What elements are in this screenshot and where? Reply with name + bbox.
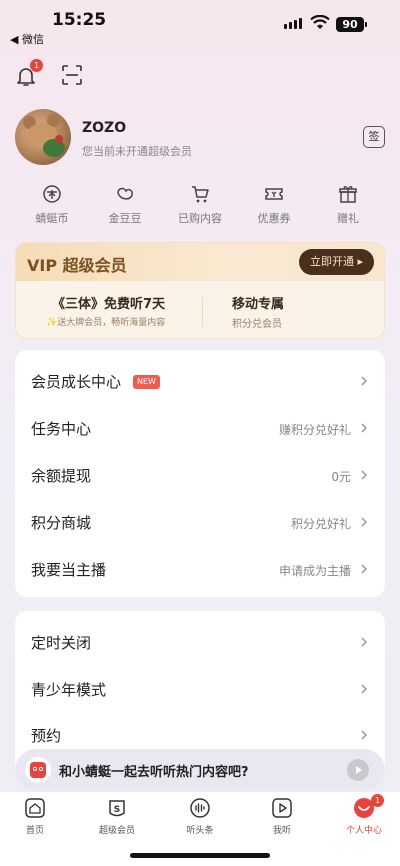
play-list-icon bbox=[272, 798, 292, 818]
tab-home[interactable]: 首页 bbox=[0, 797, 70, 836]
check-in-button[interactable]: 签 bbox=[363, 126, 385, 148]
quick-entries: 蜻蜓币 金豆豆 已购内容 优惠券 赠礼 bbox=[0, 184, 400, 229]
menu-item-value: 0元 bbox=[331, 470, 351, 484]
vip-icon: S bbox=[109, 800, 125, 817]
tab-vip[interactable]: S 超级会员 bbox=[82, 797, 152, 836]
chevron-right-icon bbox=[361, 730, 368, 740]
tab-label: 首页 bbox=[25, 826, 44, 836]
divider bbox=[202, 297, 203, 327]
quick-entry-beans[interactable]: 金豆豆 bbox=[90, 184, 160, 226]
menu-item-value: 积分兑好礼 bbox=[290, 517, 351, 531]
mobile-exclusive-subtitle: 积分兑会员 bbox=[232, 319, 282, 330]
menu-item-timer-off[interactable]: 定时关闭 bbox=[15, 619, 385, 666]
menu-item-label: 会员成长中心 bbox=[31, 373, 122, 391]
play-icon[interactable] bbox=[347, 759, 369, 781]
vip-promo-subtitle: ✨送大牌会员，畅听海量内容 bbox=[46, 318, 166, 328]
coupon-icon bbox=[265, 188, 283, 200]
dragonfly-coin-icon bbox=[43, 185, 61, 203]
menu-item-label: 定时关闭 bbox=[31, 634, 92, 652]
menu-group-account: 会员成长中心 NEW 任务中心 赚积分兑好礼 余额提现 0元 积分商城 积分兑好… bbox=[15, 350, 385, 597]
status-time: 15:25 bbox=[52, 10, 107, 30]
tab-badge: 1 bbox=[371, 794, 384, 807]
quick-entry-purchased[interactable]: 已购内容 bbox=[165, 184, 235, 226]
tab-label: 我听 bbox=[272, 826, 291, 836]
tab-label: 超级会员 bbox=[98, 826, 135, 836]
menu-item-balance-withdraw[interactable]: 余额提现 0元 bbox=[15, 452, 385, 499]
scan-icon[interactable] bbox=[61, 64, 83, 86]
mobile-exclusive-title[interactable]: 移动专属 bbox=[232, 293, 284, 312]
menu-item-task-center[interactable]: 任务中心 赚积分兑好礼 bbox=[15, 405, 385, 452]
menu-item-value: 赚积分兑好礼 bbox=[278, 423, 351, 437]
svg-text:S: S bbox=[114, 805, 120, 815]
chevron-right-icon bbox=[361, 423, 368, 433]
menu-item-label: 任务中心 bbox=[31, 420, 92, 438]
menu-item-value: 申请成为主播 bbox=[278, 564, 351, 578]
home-indicator bbox=[130, 853, 270, 858]
cellular-signal-icon bbox=[284, 18, 302, 29]
gift-icon bbox=[339, 186, 357, 203]
chevron-right-icon bbox=[361, 470, 368, 480]
wifi-icon bbox=[310, 15, 330, 29]
quick-entry-label: 金豆豆 bbox=[108, 212, 142, 225]
menu-item-label: 我要当主播 bbox=[31, 561, 107, 579]
back-to-wechat-link[interactable]: ◀ 微信 bbox=[10, 31, 44, 47]
quick-entry-label: 蜻蜓币 bbox=[35, 212, 69, 225]
recommend-prompt-bar[interactable]: 和小蜻蜓一起去听听热门内容吧? bbox=[15, 749, 385, 791]
vip-title: VIP 超级会员 bbox=[27, 256, 127, 275]
prompt-text: 和小蜻蜓一起去听听热门内容吧? bbox=[59, 765, 249, 780]
tab-profile[interactable]: 1 个人中心 bbox=[329, 794, 399, 836]
vip-open-button[interactable]: 立即开通 ▸ bbox=[299, 249, 374, 275]
quick-entry-coins[interactable]: 蜻蜓币 bbox=[17, 184, 87, 226]
chevron-right-icon bbox=[361, 564, 368, 574]
quick-entry-label: 已购内容 bbox=[178, 212, 222, 225]
battery-icon: 90 bbox=[336, 17, 364, 32]
menu-item-label: 青少年模式 bbox=[31, 681, 107, 699]
tab-label: 听头条 bbox=[186, 826, 214, 836]
quick-entry-label: 赠礼 bbox=[337, 212, 359, 225]
quick-entry-coupons[interactable]: 优惠券 bbox=[239, 184, 309, 226]
new-badge: NEW bbox=[133, 375, 160, 389]
membership-status: 您当前未开通超级会员 bbox=[82, 145, 192, 158]
vip-card[interactable]: VIP 超级会员 立即开通 ▸ 《三体》免费听7天 ✨送大牌会员，畅听海量内容 … bbox=[15, 242, 385, 339]
status-bar: 15:25 ◀ 微信 90 bbox=[0, 0, 400, 50]
chevron-right-icon bbox=[361, 637, 368, 647]
notification-badge: 1 bbox=[30, 59, 43, 72]
bean-icon bbox=[117, 187, 133, 200]
menu-item-youth-mode[interactable]: 青少年模式 bbox=[15, 666, 385, 713]
cart-icon bbox=[192, 186, 209, 203]
menu-item-label: 预约 bbox=[31, 727, 62, 745]
chevron-right-icon bbox=[361, 684, 368, 694]
menu-item-points-mall[interactable]: 积分商城 积分兑好礼 bbox=[15, 499, 385, 546]
chevron-right-icon bbox=[361, 376, 368, 386]
username[interactable]: ZOZO bbox=[82, 120, 126, 136]
menu-item-label: 积分商城 bbox=[31, 514, 92, 532]
quick-entry-gifts[interactable]: 赠礼 bbox=[313, 184, 383, 226]
menu-item-label: 余额提现 bbox=[31, 467, 92, 485]
mascot-icon bbox=[25, 757, 51, 783]
chevron-right-icon bbox=[361, 517, 368, 527]
tab-headlines[interactable]: 听头条 bbox=[165, 797, 235, 836]
menu-item-growth-center[interactable]: 会员成长中心 NEW bbox=[15, 358, 385, 405]
tab-label: 个人中心 bbox=[345, 826, 382, 836]
vip-promo-title[interactable]: 《三体》免费听7天 bbox=[52, 293, 165, 312]
menu-item-become-host[interactable]: 我要当主播 申请成为主播 bbox=[15, 546, 385, 593]
tab-my-listen[interactable]: 我听 bbox=[247, 797, 317, 836]
quick-entry-label: 优惠券 bbox=[257, 212, 291, 225]
headline-icon bbox=[190, 798, 210, 818]
avatar[interactable] bbox=[15, 109, 71, 165]
home-icon bbox=[25, 798, 45, 818]
